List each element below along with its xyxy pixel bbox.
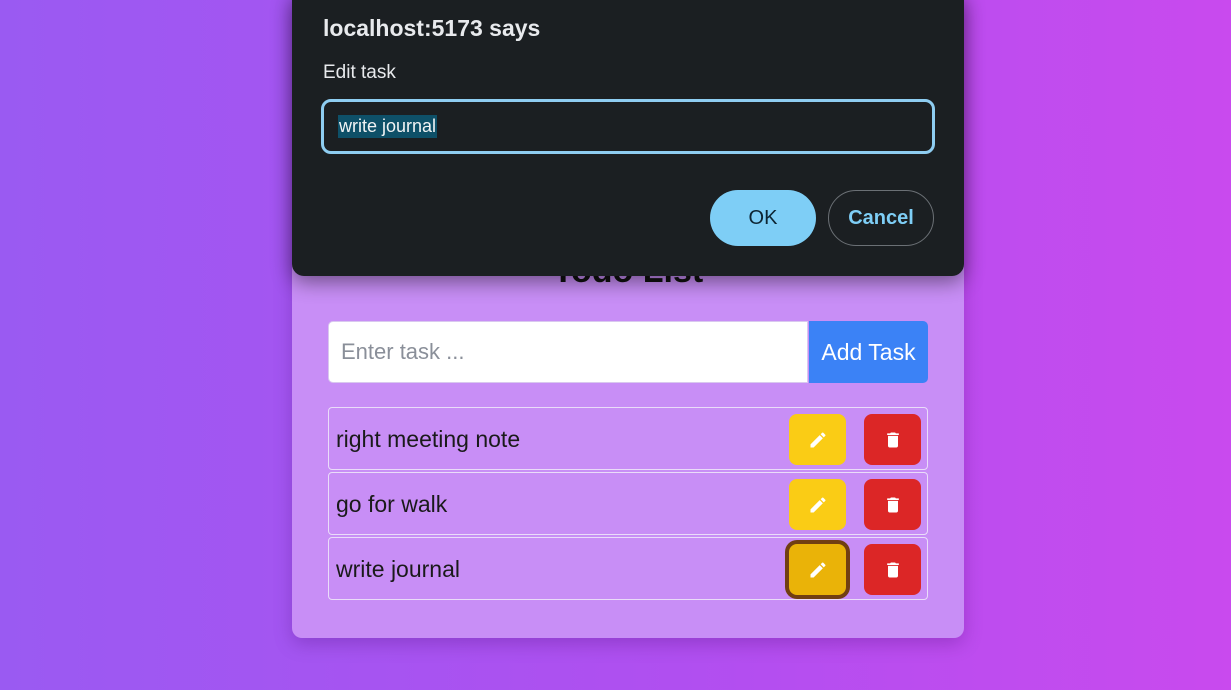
trash-icon [886,432,899,447]
task-text: right meeting note [336,426,521,452]
edit-task-button[interactable] [789,544,846,595]
dialog-title: localhost:5173 says [323,15,541,41]
dialog-input-field[interactable]: write journal [321,99,935,154]
ok-button[interactable]: OK [710,190,816,246]
delete-task-button[interactable] [864,479,921,530]
task-list: right meeting note go for walk write jou… [328,407,928,602]
pencil-icon [810,496,826,512]
task-item: right meeting note [328,407,928,470]
delete-task-button[interactable] [864,414,921,465]
task-item: go for walk [328,472,928,535]
trash-icon [886,497,899,512]
edit-task-button[interactable] [789,414,846,465]
add-task-button[interactable]: Add Task [809,321,928,383]
prompt-dialog: localhost:5173 says Edit task write jour… [292,0,964,276]
edit-task-button[interactable] [789,479,846,530]
task-text: write journal [336,556,460,582]
dialog-message: Edit task [323,62,396,83]
pencil-icon [810,431,826,447]
task-text: go for walk [336,491,448,517]
cancel-button[interactable]: Cancel [828,190,934,246]
task-input[interactable] [328,321,808,383]
task-item: write journal [328,537,928,600]
pencil-icon [810,561,826,577]
trash-icon [886,562,899,577]
delete-task-button[interactable] [864,544,921,595]
dialog-input-value[interactable]: write journal [338,115,438,138]
